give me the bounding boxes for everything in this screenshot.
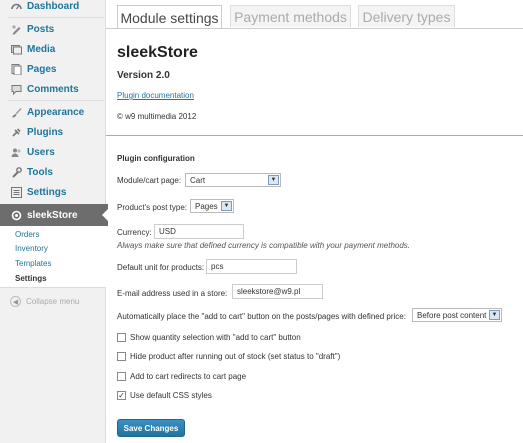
option-show-quantity: Show quantity selection with "add to car…	[117, 333, 301, 342]
save-changes-button[interactable]: Save Changes	[117, 419, 185, 437]
menu-label: Plugins	[27, 126, 64, 138]
menu-label: Media	[27, 43, 56, 55]
show-quantity-checkbox[interactable]	[117, 333, 126, 342]
tab-delivery-types[interactable]: Delivery types	[358, 5, 455, 27]
menu-label: Dashboard	[27, 0, 80, 12]
submenu-inventory[interactable]: Inventory	[15, 244, 48, 253]
menu-label: Users	[27, 146, 55, 158]
default-css-checkbox[interactable]: ✓	[117, 391, 126, 400]
menu-appearance[interactable]: Appearance	[0, 102, 106, 122]
collapse-menu-button[interactable]: ◀ Collapse menu	[10, 296, 79, 307]
hide-out-of-stock-checkbox[interactable]	[117, 352, 126, 361]
check-icon: ✓	[118, 390, 125, 400]
plugin-copyright: © w9 multimedia 2012	[117, 112, 197, 121]
menu-label: sleekStore	[27, 209, 78, 221]
post-type-label: Product's post type:	[117, 203, 188, 212]
email-input[interactable]: sleekstore@w9.pl	[232, 284, 323, 299]
menu-label: Pages	[27, 63, 57, 75]
auto-place-label: Automatically place the "add to cart" bu…	[117, 312, 406, 321]
checkbox-label: Show quantity selection with "add to car…	[130, 333, 301, 342]
menu-media[interactable]: Media	[0, 39, 106, 59]
option-default-css: ✓ Use default CSS styles	[117, 391, 212, 400]
menu-label: Appearance	[27, 106, 85, 118]
section-divider	[106, 135, 523, 136]
current-menu-arrow	[102, 208, 109, 222]
tab-label: Module settings	[120, 9, 219, 26]
menu-tools[interactable]: Tools	[0, 162, 106, 182]
post-type-select[interactable]: Pages ▼	[190, 199, 234, 213]
tools-icon	[10, 166, 22, 178]
sleekstore-icon	[10, 209, 22, 221]
menu-settings[interactable]: Settings	[0, 182, 106, 202]
menu-label: Posts	[27, 23, 55, 35]
checkbox-label: Hide product after running out of stock …	[130, 352, 341, 361]
tab-divider	[106, 28, 523, 29]
checkbox-label: Use default CSS styles	[130, 391, 212, 400]
currency-label: Currency:	[117, 228, 152, 237]
menu-plugins[interactable]: Plugins	[0, 122, 106, 142]
currency-note: Always make sure that defined currency i…	[117, 241, 411, 250]
plugin-version: Version 2.0	[117, 70, 170, 81]
plugin-title: sleekStore	[117, 44, 198, 61]
currency-input[interactable]: USD	[154, 224, 244, 239]
option-hide-out-of-stock: Hide product after running out of stock …	[117, 352, 340, 361]
collapse-label: Collapse menu	[26, 297, 80, 306]
menu-pages[interactable]: Pages	[0, 59, 106, 79]
tab-module-settings[interactable]: Module settings	[117, 5, 222, 29]
select-value: Pages	[195, 201, 218, 211]
admin-sidebar: Dashboard Posts Media Pages Comments App…	[0, 0, 109, 443]
submenu-settings[interactable]: Settings	[15, 274, 47, 283]
chevron-down-icon: ▼	[489, 310, 500, 320]
unit-label: Default unit for products:	[117, 263, 205, 272]
menu-label: Tools	[27, 166, 53, 178]
plugin-documentation-link[interactable]: Plugin documentation	[117, 91, 194, 100]
tab-label: Payment methods	[234, 8, 347, 25]
config-section-title: Plugin configuration	[117, 154, 195, 163]
settings-icon	[10, 186, 22, 198]
sleekstore-submenu: Orders Inventory Templates Settings	[0, 226, 106, 288]
select-value: Before post content	[417, 310, 487, 320]
tab-label: Delivery types	[362, 8, 451, 25]
auto-place-select[interactable]: Before post content ▼	[412, 308, 502, 322]
menu-dashboard[interactable]: Dashboard	[0, 0, 106, 16]
module-page-select[interactable]: Cart ▼	[185, 173, 281, 187]
chevron-down-icon: ▼	[268, 175, 279, 185]
tab-payment-methods[interactable]: Payment methods	[230, 5, 351, 27]
menu-separator	[8, 100, 104, 101]
plugins-icon	[10, 126, 22, 138]
chevron-down-icon: ▼	[221, 201, 232, 211]
menu-label: Comments	[27, 83, 79, 95]
menu-users[interactable]: Users	[0, 142, 106, 162]
media-icon	[10, 43, 22, 55]
pages-icon	[10, 63, 22, 75]
module-page-label: Module/cart page:	[117, 176, 182, 185]
users-icon	[10, 146, 22, 158]
appearance-icon	[10, 106, 22, 118]
collapse-icon: ◀	[10, 296, 21, 307]
select-value: Cart	[190, 175, 206, 185]
menu-posts[interactable]: Posts	[0, 19, 106, 39]
redirect-to-cart-checkbox[interactable]	[117, 372, 126, 381]
menu-separator	[8, 17, 104, 18]
posts-icon	[10, 23, 22, 35]
menu-comments[interactable]: Comments	[0, 79, 106, 99]
submenu-templates[interactable]: Templates	[15, 259, 51, 268]
dashboard-icon	[10, 0, 22, 12]
unit-input[interactable]: pcs	[206, 259, 297, 274]
comments-icon	[10, 83, 22, 95]
menu-label: Settings	[27, 186, 67, 198]
email-label: E-mail address used in a store:	[117, 289, 228, 298]
checkbox-label: Add to cart redirects to cart page	[130, 372, 247, 381]
menu-sleekstore[interactable]: sleekStore	[0, 204, 109, 226]
option-redirect-to-cart: Add to cart redirects to cart page	[117, 372, 246, 381]
submenu-orders[interactable]: Orders	[15, 230, 39, 239]
